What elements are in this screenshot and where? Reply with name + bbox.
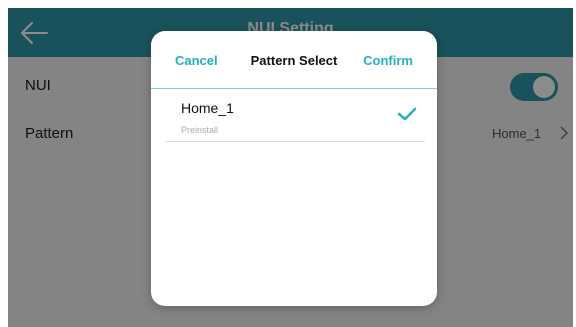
confirm-button[interactable]: Confirm (363, 53, 413, 68)
pattern-option[interactable]: Home_1 Preinstall (165, 93, 425, 142)
pattern-select-dialog: Cancel Pattern Select Confirm Home_1 Pre… (151, 31, 437, 306)
checkmark-icon (397, 107, 417, 121)
dialog-header: Cancel Pattern Select Confirm (151, 31, 437, 89)
option-subtitle: Preinstall (181, 125, 219, 135)
option-name: Home_1 (181, 100, 234, 116)
